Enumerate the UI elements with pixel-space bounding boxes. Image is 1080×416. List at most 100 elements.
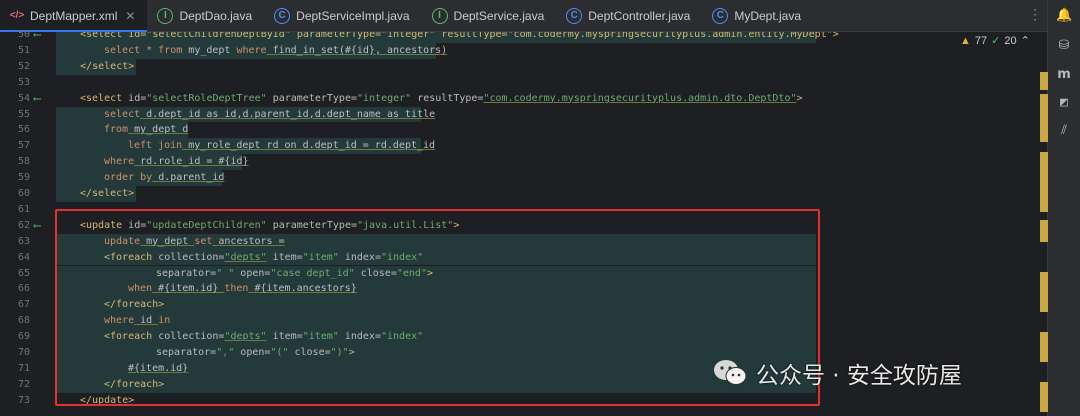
line-number: 73 — [17, 394, 30, 406]
stripe-mark — [1040, 332, 1048, 362]
line-number: 50 — [17, 29, 30, 40]
ide-window: </> DeptMapper.xml ✕ I DeptDao.java C De… — [0, 0, 1080, 416]
sql-keyword: select * from — [104, 44, 183, 56]
sql-keyword: where — [104, 156, 135, 168]
class-icon: C — [274, 7, 291, 24]
line-number: 55 — [17, 108, 30, 120]
line-number: 53 — [17, 76, 30, 88]
ok-count: 20 — [1004, 34, 1017, 47]
line-number: 57 — [17, 140, 30, 152]
code-line: </select> — [56, 60, 135, 72]
interface-icon: I — [431, 7, 448, 24]
sql-text: d.parent_id — [152, 172, 225, 184]
line-number: 63 — [17, 235, 30, 247]
watermark: 公众号 · 安全攻防屋 — [712, 356, 962, 390]
sql-keyword: select — [104, 108, 141, 120]
code-line: order by d.parent_id — [104, 170, 224, 186]
line-number: 59 — [17, 172, 30, 184]
close-icon[interactable]: ✕ — [125, 9, 135, 23]
line-number: 61 — [17, 203, 30, 215]
wechat-icon — [714, 360, 747, 385]
tab-label: DeptController.java — [588, 8, 691, 23]
xml-file-icon: </> — [9, 10, 25, 21]
stripe-mark — [1040, 72, 1048, 90]
code-line: select * from my_dept where find_in_set(… — [104, 43, 447, 59]
xml-value: "com.codermy.myspringsecurityplus.admin.… — [483, 92, 797, 104]
notifications-icon[interactable]: 🔔 — [1056, 8, 1072, 24]
line-number: 64 — [17, 251, 30, 263]
line-number: 67 — [17, 299, 30, 311]
line-number: 51 — [17, 44, 30, 56]
tab-deptservice-java[interactable]: I DeptService.java — [422, 0, 557, 31]
sql-keyword: from — [104, 124, 129, 136]
xml-value: "selectRoleDeptTree" — [146, 92, 267, 104]
more-icon[interactable]: ⋮ — [1028, 7, 1042, 23]
tab-deptserviceimpl-java[interactable]: C DeptServiceImpl.java — [264, 0, 421, 31]
maven-icon[interactable]: m — [1056, 67, 1072, 83]
sql-text: d.dept_id as id,d.parent_id,d.dept_name … — [140, 108, 436, 120]
tab-label: DeptMapper.xml — [30, 8, 118, 23]
line-number: 54 — [17, 92, 30, 104]
sql-keyword: where — [236, 44, 267, 56]
line-number: 52 — [17, 60, 30, 72]
navigate-to-method-icon[interactable]: ⟵ — [34, 218, 41, 234]
class-icon: C — [712, 7, 729, 24]
ai-assistant-icon[interactable]: ◩ — [1056, 95, 1072, 111]
tab-label: MyDept.java — [734, 8, 802, 23]
profiler-icon[interactable]: ⫽ — [1056, 123, 1072, 139]
warning-icon: ▲ — [960, 34, 971, 47]
interface-icon: I — [157, 7, 174, 24]
code-line: left join my_role_dept rd on d.dept_id =… — [128, 138, 435, 154]
tab-deptdao-java[interactable]: I DeptDao.java — [147, 0, 264, 31]
tab-mydept-java[interactable]: C MyDept.java — [702, 0, 813, 31]
check-icon: ✓ — [991, 35, 1001, 47]
xml-tag: <select — [80, 92, 123, 104]
line-number: 60 — [17, 188, 30, 199]
line-number: 66 — [17, 283, 30, 295]
line-number: 71 — [17, 362, 30, 374]
error-stripe[interactable] — [1040, 32, 1048, 416]
code-line: </select> — [80, 188, 135, 199]
sql-keyword: order by — [104, 172, 153, 184]
stripe-mark — [1040, 382, 1048, 412]
code-line: <select id="selectChildrenDeptById" para… — [56, 32, 839, 40]
stripe-mark — [1040, 94, 1048, 142]
stripe-mark — [1040, 272, 1048, 312]
chevron-up-icon[interactable]: ⌃ — [1021, 34, 1030, 47]
tab-label: DeptServiceImpl.java — [296, 8, 410, 23]
line-number: 65 — [17, 267, 30, 279]
watermark-text: 公众号 · 安全攻防屋 — [756, 363, 962, 389]
xml-attr: resultType= — [411, 92, 484, 104]
tab-deptcontroller-java[interactable]: C DeptController.java — [556, 0, 702, 31]
editor-tab-bar: </> DeptMapper.xml ✕ I DeptDao.java C De… — [0, 0, 1048, 32]
xml-attr: id= — [122, 92, 147, 104]
code-line: from my_dept d — [104, 122, 188, 138]
highlight-box — [55, 209, 820, 406]
line-number: 72 — [17, 378, 30, 390]
xml-attr: parameterType= — [266, 92, 357, 104]
line-number: 56 — [17, 124, 30, 136]
line-number: 69 — [17, 331, 30, 343]
tab-label: DeptService.java — [453, 8, 545, 23]
tab-label: DeptDao.java — [179, 8, 253, 23]
sql-text: my_dept d — [128, 124, 189, 136]
database-icon[interactable]: ⛁ — [1056, 38, 1072, 54]
navigate-to-method-icon[interactable]: ⟵ — [34, 27, 41, 43]
inspection-widget[interactable]: ▲ 77 ✓ 20 ⌃ — [960, 33, 1030, 48]
stripe-mark — [1040, 152, 1048, 212]
code-line: <select id="selectRoleDeptTree" paramete… — [80, 91, 803, 107]
xml-tag: > — [796, 92, 803, 104]
class-icon: C — [566, 7, 583, 24]
line-number: 58 — [17, 156, 30, 168]
line-number: 62 — [17, 219, 30, 231]
sql-keyword: left join — [128, 140, 183, 152]
sql-text: my_role_dept rd on d.dept_id = rd.dept_i… — [182, 140, 436, 152]
code-line: select d.dept_id as id,d.parent_id,d.dep… — [104, 107, 435, 123]
line-number: 68 — [17, 315, 30, 327]
sql-text: rd.role_id = #{id} — [134, 156, 249, 168]
right-tool-strip: 🔔 ⛁ m ◩ ⫽ — [1047, 0, 1080, 416]
sql-text: my_dept — [182, 44, 237, 56]
navigate-to-method-icon[interactable]: ⟵ — [34, 91, 41, 107]
warning-count: 77 — [974, 34, 988, 47]
xml-value: "integer" — [356, 92, 412, 104]
